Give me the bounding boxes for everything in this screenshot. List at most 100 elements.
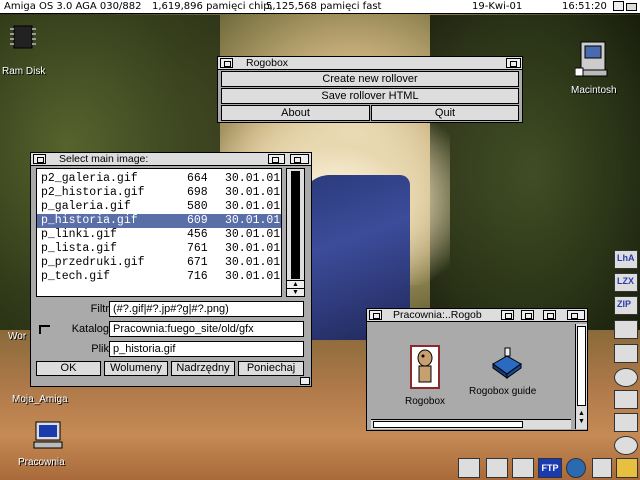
file-row[interactable]: p2_historia.gif 698 30.01.01 [37,186,281,200]
depth-gadget-icon[interactable] [567,310,585,320]
rogobox-window-title: Rogobox [246,57,289,69]
moja-amiga-icon[interactable]: Moja_Amiga [10,390,68,406]
drawer-window[interactable]: Pracownia:..Rogob Rogobox Rogobox guide [366,308,588,431]
rogobox-title-bar[interactable]: Rogobox [218,57,522,70]
folder-dock-icon[interactable] [616,458,638,478]
file-row[interactable]: p_lista.gif 761 30.01.01 [37,242,281,256]
katalog-input[interactable]: Pracownia:fuego_site/old/gfx [109,321,304,337]
filtr-input[interactable]: (#?.gif|#?.jp#?g|#?.png) [109,301,304,317]
edit-dock-icon[interactable] [614,344,638,363]
screen-title-bar[interactable]: Amiga OS 3.0 AGA 030/882 1,619,896 pamię… [0,0,640,14]
scrollbar-knob[interactable] [291,171,300,279]
file-size: 456 [187,228,208,241]
scroll-down-arrow-icon[interactable]: ▼ [576,418,587,425]
screen-time: 16:51:20 [562,1,607,12]
mac-computer-icon [574,41,608,77]
katalog-checkbox[interactable] [39,325,50,334]
ibrowse-dock-icon[interactable] [592,458,612,478]
rogobox-app-icon[interactable]: Rogobox [405,344,445,407]
screen-date: 19-Kwi-01 [472,1,523,12]
clock-dock-icon[interactable] [614,368,638,387]
file-size: 761 [187,242,208,255]
fast-memory: 5,125,568 pamięci fast [266,1,382,12]
depth-gadget-icon[interactable] [290,154,309,164]
scroll-up-arrow-icon[interactable]: ▲ [576,410,587,417]
scroll-up-arrow-icon[interactable]: ▲ [287,280,304,288]
scroll-down-arrow-icon[interactable]: ▼ [287,288,304,296]
globe-dock-icon[interactable] [566,458,586,478]
drawer-title-bar[interactable]: Pracownia:..Rogob [367,309,587,322]
cube-dock-icon[interactable] [614,413,638,432]
drive-dock-icon[interactable] [614,390,638,409]
ram-disk-icon[interactable]: Ram Disk [2,22,45,82]
drawer-horizontal-scrollbar[interactable] [371,419,571,429]
close-gadget-icon[interactable] [369,310,382,320]
chip-icon [10,25,36,49]
file-date: 30.01.01 [225,200,281,213]
file-list-scrollbar[interactable]: ▲ ▼ [286,168,305,297]
macintosh-drive-icon[interactable]: Macintosh [571,40,617,100]
about-button[interactable]: About [221,105,370,121]
depth-gadget-icon[interactable] [506,58,521,68]
file-name: p_lista.gif [41,242,117,255]
scrollbar-knob[interactable] [577,326,586,406]
eye-dock-icon[interactable] [614,436,638,455]
screen-depth-icon[interactable] [626,3,637,11]
rogobox-window[interactable]: Rogobox Create new rollover Save rollove… [217,56,523,123]
file-date: 30.01.01 [225,228,281,241]
save-rollover-button[interactable]: Save rollover HTML [221,88,519,104]
scrollbar-knob[interactable] [373,421,523,428]
bars-dock-icon[interactable] [512,458,534,478]
file-row-selected[interactable]: p_historia.gif 609 30.01.01 [37,214,281,228]
ftp-dock-icon[interactable]: FTP [538,458,562,478]
size-gadget-icon[interactable] [300,377,310,385]
plik-input[interactable]: p_historia.gif [109,341,304,357]
poniechaj-button[interactable]: Poniechaj [238,361,304,376]
os-version: Amiga OS 3.0 AGA 030/882 [4,1,142,12]
file-list[interactable]: p2_galeria.gif 664 30.01.01 p2_historia.… [36,168,282,297]
close-gadget-icon[interactable] [33,154,46,164]
zoom-gadget-icon[interactable] [543,310,556,320]
tools-dock-icon[interactable] [486,458,508,478]
drawer-scrollbar[interactable]: ▲ ▼ [575,324,587,429]
zoom-gadget-icon[interactable] [268,154,285,164]
work-drive-icon[interactable]: Wor [0,325,30,342]
rogobox-guide-icon[interactable]: Rogobox guide [469,346,536,397]
requester-title: Select main image: [59,153,149,165]
file-row[interactable]: p_linki.gif 456 30.01.01 [37,228,281,242]
drawer-content[interactable]: Rogobox Rogobox guide [371,324,574,429]
file-name: p_linki.gif [41,228,117,241]
lock-gadget-icon[interactable] [501,310,514,320]
wolumeny-button[interactable]: Wolumeny [104,361,168,376]
rogobox-guide-label: Rogobox guide [469,386,537,397]
macintosh-label: Macintosh [571,85,617,96]
ok-button[interactable]: OK [36,361,101,376]
file-size: 671 [187,256,208,269]
iconify-gadget-icon[interactable] [521,310,534,320]
close-gadget-icon[interactable] [220,58,233,68]
file-row[interactable]: p_przedruki.gif 671 30.01.01 [37,256,281,270]
chip-memory: 1,619,896 pamięci chip, [152,1,273,12]
file-requester-window[interactable]: Select main image: p2_galeria.gif 664 30… [30,152,312,387]
paint-dock-icon[interactable] [614,320,638,339]
file-size: 716 [187,270,208,283]
filtr-label: Filtr [90,303,109,315]
file-name: p2_historia.gif [41,186,145,199]
file-row[interactable]: p_galeria.gif 580 30.01.01 [37,200,281,214]
guide-book-icon [492,347,522,379]
depth-gadget-icon[interactable] [613,1,624,11]
requester-title-bar[interactable]: Select main image: [31,153,311,166]
create-rollover-button[interactable]: Create new rollover [221,71,519,87]
file-row[interactable]: p2_galeria.gif 664 30.01.01 [37,172,281,186]
lzx-dock-icon[interactable]: LZX [614,273,638,292]
file-name: p_historia.gif [41,214,138,227]
quit-button[interactable]: Quit [371,105,519,121]
pen-dock-icon[interactable] [458,458,480,478]
file-row[interactable]: p_tech.gif 716 30.01.01 [37,270,281,284]
file-name: p_tech.gif [41,270,111,283]
zip-dock-icon[interactable]: ZIP [614,296,638,315]
drawer-title: Pracownia:..Rogob [393,309,482,321]
pracownia-drive-icon[interactable]: Pracownia [18,420,68,470]
nadrzedny-button[interactable]: Nadrzędny [171,361,235,376]
lha-dock-icon[interactable]: LhA [614,250,638,269]
